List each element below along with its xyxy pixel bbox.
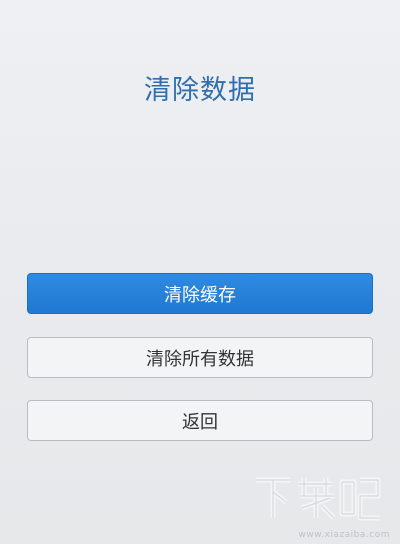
back-button[interactable]: 返回 [27,400,373,441]
watermark-logo [252,474,382,522]
clear-all-data-button[interactable]: 清除所有数据 [27,337,373,378]
watermark-url: www.xiazaiba.com [298,530,390,540]
clear-cache-button[interactable]: 清除缓存 [27,273,373,314]
clear-data-screen: 清除数据 清除缓存 清除所有数据 返回 www.xiazaiba.com [0,0,400,544]
xiazaiba-logo-icon [256,477,381,521]
page-title: 清除数据 [144,75,256,106]
